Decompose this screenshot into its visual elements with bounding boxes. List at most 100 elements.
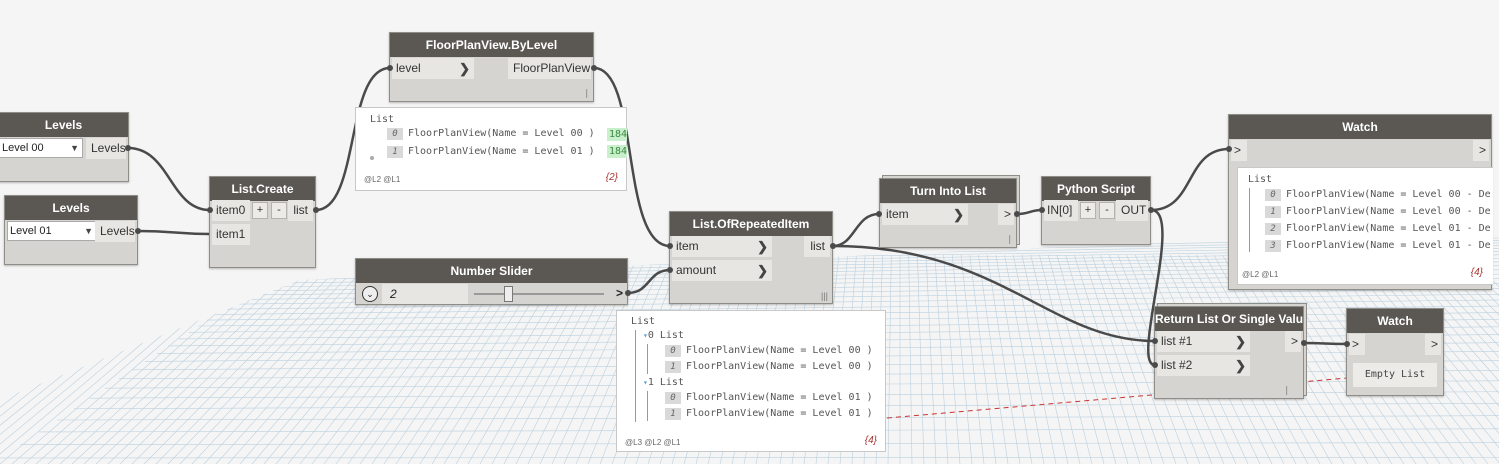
tree-line bbox=[647, 391, 648, 421]
port-pin[interactable] bbox=[1014, 211, 1020, 217]
level-dropdown[interactable]: Level 00 ▼ bbox=[0, 138, 83, 158]
input-port[interactable]: > bbox=[1231, 140, 1247, 161]
port-label: OUT bbox=[1121, 203, 1147, 217]
remove-input-button[interactable]: - bbox=[271, 202, 287, 219]
input-port-item1[interactable]: item1 bbox=[212, 224, 250, 245]
wire-slider-to-amount bbox=[627, 268, 671, 295]
floorplan-preview: List 0 FloorPlanView(Name = Level 00 ) 18… bbox=[355, 107, 627, 191]
node-title: Return List Or Single Value bbox=[1155, 307, 1303, 331]
input-port-item[interactable]: item ❯ bbox=[672, 236, 772, 257]
watch-node[interactable]: Watch > > List 0 FloorPlanView(Name = Lev… bbox=[1228, 114, 1493, 290]
port-label: IN[0] bbox=[1047, 203, 1073, 217]
item-index: 3 bbox=[1265, 240, 1281, 252]
port-pin[interactable] bbox=[1152, 362, 1158, 368]
port-label: item0 bbox=[216, 203, 246, 217]
output-port[interactable]: > bbox=[1473, 140, 1489, 161]
port-pin[interactable] bbox=[313, 207, 319, 213]
preview-header: List bbox=[1248, 174, 1273, 185]
port-pin[interactable] bbox=[1148, 207, 1154, 213]
input-port-list1[interactable]: list #1 ❯ bbox=[1157, 331, 1250, 352]
output-port-levels[interactable]: Levels bbox=[95, 221, 135, 242]
levels-node-1[interactable]: Levels Level 00 ▼ Levels bbox=[0, 112, 129, 182]
list-levels: @L3 @L2 @L1 bbox=[625, 438, 681, 447]
preview-item: 1 FloorPlanView(Name = Level 00 ) bbox=[665, 359, 873, 375]
chevron-right-icon: ❯ bbox=[1235, 334, 1246, 349]
item-index: 0 bbox=[665, 392, 681, 404]
watch-preview: List 0 FloorPlanView(Name = Level 00 - De… bbox=[1237, 167, 1493, 285]
add-input-button[interactable]: + bbox=[252, 202, 268, 219]
port-pin[interactable] bbox=[667, 243, 673, 249]
port-pin[interactable] bbox=[667, 267, 673, 273]
output-port-levels[interactable]: Levels bbox=[86, 138, 126, 159]
output-port[interactable]: > bbox=[998, 204, 1014, 225]
preview-item: 0 FloorPlanView(Name = Level 00 ) bbox=[665, 343, 873, 359]
list-create-node[interactable]: List.Create item0 + - item1 list bbox=[209, 176, 316, 268]
input-port[interactable]: > bbox=[1349, 334, 1365, 355]
number-slider-node[interactable]: Number Slider ⌄ 2 > bbox=[355, 258, 628, 305]
expand-button[interactable]: ⌄ bbox=[362, 286, 378, 302]
turn-into-list-node[interactable]: Turn Into List item ❯ > ∣ bbox=[879, 178, 1017, 248]
preview-item: 2 FloorPlanView(Name = Level 01 - De bbox=[1265, 221, 1491, 237]
output-port-out[interactable]: OUT bbox=[1116, 200, 1148, 221]
port-pin[interactable] bbox=[830, 243, 836, 249]
port-label: FloorPlanView bbox=[513, 61, 591, 75]
slider-thumb[interactable] bbox=[503, 286, 513, 302]
output-port-list[interactable]: list bbox=[804, 236, 830, 257]
input-port-item0[interactable]: item0 bbox=[212, 200, 250, 221]
slider-track[interactable] bbox=[474, 293, 604, 295]
input-port-in0[interactable]: IN[0] bbox=[1044, 200, 1078, 221]
chevron-right-icon[interactable]: > bbox=[616, 286, 623, 300]
output-port-floorplanview[interactable]: FloorPlanView bbox=[508, 58, 591, 79]
graph-canvas[interactable]: Levels Level 00 ▼ Levels Levels Level 01… bbox=[0, 0, 1499, 464]
port-pin[interactable] bbox=[1344, 341, 1350, 347]
level-dropdown[interactable]: Level 01 ▼ bbox=[7, 221, 97, 241]
port-pin[interactable] bbox=[1039, 207, 1045, 213]
input-port-amount[interactable]: amount ❯ bbox=[672, 260, 772, 281]
floorplan-node[interactable]: FloorPlanView.ByLevel level ❯ FloorPlanV… bbox=[389, 32, 594, 102]
output-port[interactable]: > bbox=[1285, 331, 1301, 352]
tree-dot-icon bbox=[370, 156, 374, 160]
group-label: 1 List bbox=[647, 377, 684, 388]
resize-handle[interactable]: ∣ bbox=[1285, 385, 1290, 396]
slider-value[interactable]: 2 bbox=[382, 284, 468, 304]
input-port-level[interactable]: level ❯ bbox=[392, 58, 474, 79]
port-label: item bbox=[676, 239, 699, 253]
port-pin[interactable] bbox=[135, 228, 141, 234]
lacing-indicator[interactable]: ||| bbox=[821, 291, 828, 301]
node-title: FloorPlanView.ByLevel bbox=[390, 33, 593, 57]
item-index: 0 bbox=[1265, 189, 1281, 201]
port-pin[interactable] bbox=[876, 211, 882, 217]
item-text: FloorPlanView(Name = Level 00 ) bbox=[408, 128, 595, 139]
resize-handle[interactable]: ∣ bbox=[1008, 234, 1013, 245]
port-pin[interactable] bbox=[1301, 340, 1307, 346]
output-port-list[interactable]: list bbox=[288, 200, 313, 221]
item-count: {4} bbox=[864, 435, 877, 446]
port-pin[interactable] bbox=[1152, 338, 1158, 344]
port-pin[interactable] bbox=[625, 290, 631, 296]
port-pin[interactable] bbox=[1226, 146, 1232, 152]
port-pin[interactable] bbox=[591, 65, 597, 71]
python-script-node[interactable]: Python Script IN[0] + - OUT bbox=[1041, 176, 1151, 245]
preview-group-label: ▾1 List bbox=[643, 377, 684, 388]
item-index: 1 bbox=[665, 361, 681, 373]
port-pin[interactable] bbox=[207, 207, 213, 213]
return-list-or-single-value-node[interactable]: Return List Or Single Value list #1 ❯ li… bbox=[1154, 306, 1304, 399]
resize-handle[interactable]: ∣ bbox=[585, 88, 590, 99]
preview-tag: 184 bbox=[607, 128, 628, 141]
levels-node-2[interactable]: Levels Level 01 ▼ Levels bbox=[4, 195, 138, 265]
preview-item: 1 FloorPlanView(Name = Level 00 - De bbox=[1265, 204, 1491, 220]
add-input-button[interactable]: + bbox=[1080, 202, 1096, 219]
node-title: List.OfRepeatedItem bbox=[670, 212, 832, 236]
output-port[interactable]: > bbox=[1425, 334, 1441, 355]
input-port-item[interactable]: item ❯ bbox=[882, 204, 968, 225]
port-pin[interactable] bbox=[125, 145, 131, 151]
port-pin[interactable] bbox=[387, 65, 393, 71]
input-port-list2[interactable]: list #2 ❯ bbox=[1157, 355, 1250, 376]
port-label: list #1 bbox=[1161, 334, 1193, 348]
remove-input-button[interactable]: - bbox=[1099, 202, 1115, 219]
list-levels: @L2 @L1 bbox=[364, 175, 401, 184]
watch-node-small[interactable]: Watch > > Empty List bbox=[1346, 308, 1444, 396]
chevron-right-icon: ❯ bbox=[757, 263, 768, 278]
list-of-repeated-item-node[interactable]: List.OfRepeatedItem item ❯ amount ❯ list… bbox=[669, 211, 833, 304]
node-title: Levels bbox=[0, 113, 128, 137]
